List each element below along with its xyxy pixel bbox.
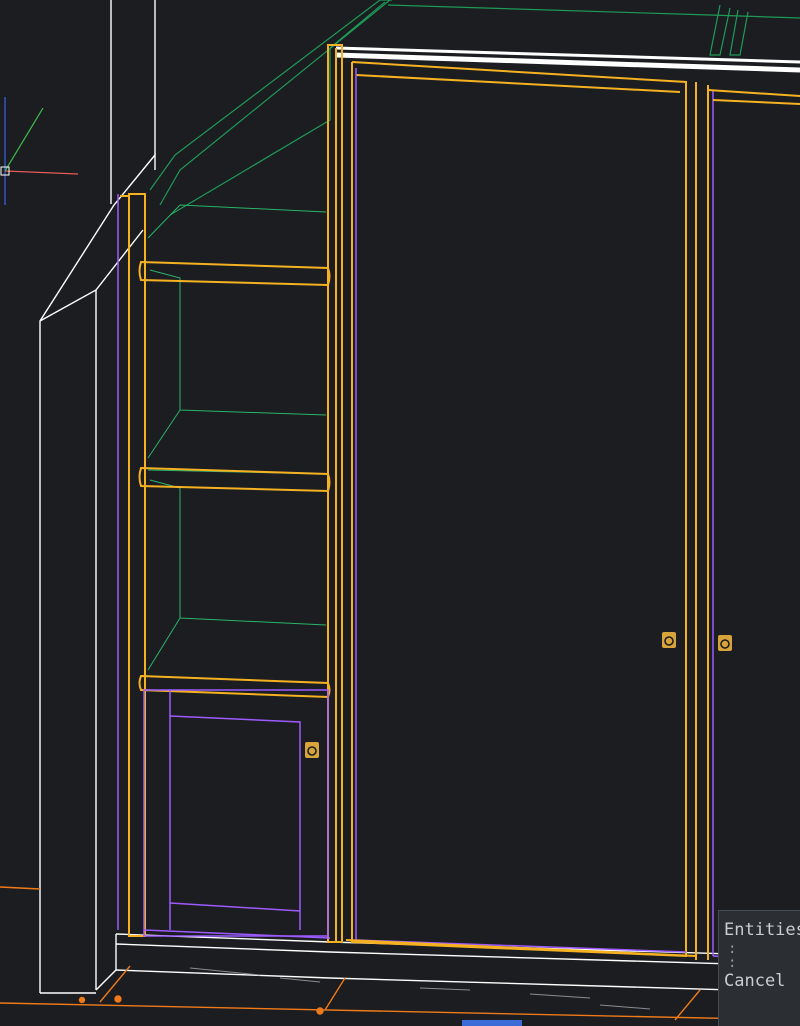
floor-pattern <box>189 967 651 1026</box>
roof-lines <box>149 0 800 216</box>
command-history-line: : <box>728 941 737 957</box>
command-history-line: Entities <box>724 920 800 940</box>
command-history-line: Cancel <box>724 971 786 991</box>
door-handle-marker-icon[interactable] <box>662 632 676 648</box>
sliding-door-right <box>695 82 800 963</box>
door-handle-marker-icon[interactable] <box>718 635 732 651</box>
cabinet-frame <box>120 44 343 943</box>
lower-door <box>117 194 331 939</box>
door-handle-marker-icon[interactable] <box>305 742 319 758</box>
sliding-door-left <box>341 48 697 958</box>
shelf-back-lines <box>147 204 327 671</box>
drawing-viewport[interactable] <box>0 0 800 1026</box>
command-history-line: : <box>728 955 737 971</box>
ucs-axes-icon <box>0 97 79 205</box>
command-line-panel[interactable]: Entities : : Cancel <box>718 910 800 1026</box>
wireframe-drawing[interactable] <box>0 0 800 1026</box>
